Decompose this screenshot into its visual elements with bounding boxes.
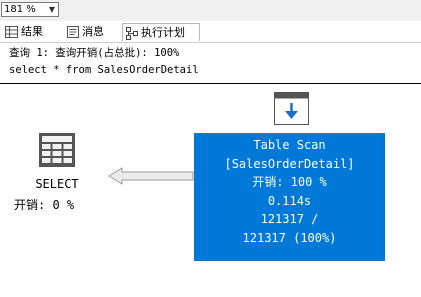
scan-node-time: 0.114s xyxy=(267,193,312,208)
message-icon xyxy=(67,26,79,38)
results-tab-bar: 结果 消息 执行计划 xyxy=(0,21,421,43)
query-header: 查询 1: 查询开销(占总批): 100% select * from Sale… xyxy=(0,43,421,84)
data-flow-arrow xyxy=(108,167,194,189)
tab-execution-plan-label: 执行计划 xyxy=(141,26,185,39)
scan-node-cost: 开销: 100 % xyxy=(252,175,327,189)
toolbar: 181 % ▼ xyxy=(0,0,421,22)
scan-node-object: [SalesOrderDetail] xyxy=(224,156,355,171)
zoom-dropdown[interactable]: 181 % ▼ xyxy=(1,2,59,17)
tab-messages[interactable]: 消息 xyxy=(64,23,120,41)
select-node-label: SELECT xyxy=(35,177,79,191)
chevron-down-icon[interactable]: ▼ xyxy=(46,3,58,16)
tab-messages-label: 消息 xyxy=(82,25,104,38)
scan-node-rows-total: 121317 (100%) xyxy=(242,230,337,245)
tab-execution-plan[interactable]: 执行计划 xyxy=(122,23,200,41)
scan-node-title: Table Scan xyxy=(253,138,326,152)
scan-node-rows: 121317 / xyxy=(260,212,319,226)
select-result-icon[interactable] xyxy=(38,132,76,172)
execution-plan-icon xyxy=(126,26,138,40)
tab-results[interactable]: 结果 xyxy=(2,23,58,41)
execution-plan-canvas: SELECT 开销: 0 % Table Scan [SalesOrderDet… xyxy=(0,84,421,297)
zoom-value: 181 % xyxy=(4,4,36,15)
table-scan-icon[interactable] xyxy=(274,92,309,129)
tab-results-label: 结果 xyxy=(21,25,43,38)
select-node-cost: 开销: 0 % xyxy=(14,198,75,212)
grid-icon xyxy=(5,26,18,38)
query-cost-line: 查询 1: 查询开销(占总批): 100% xyxy=(9,47,180,59)
table-scan-node[interactable]: Table Scan [SalesOrderDetail] 开销: 100 % … xyxy=(194,133,385,261)
query-text-line: select * from SalesOrderDetail xyxy=(9,64,199,76)
